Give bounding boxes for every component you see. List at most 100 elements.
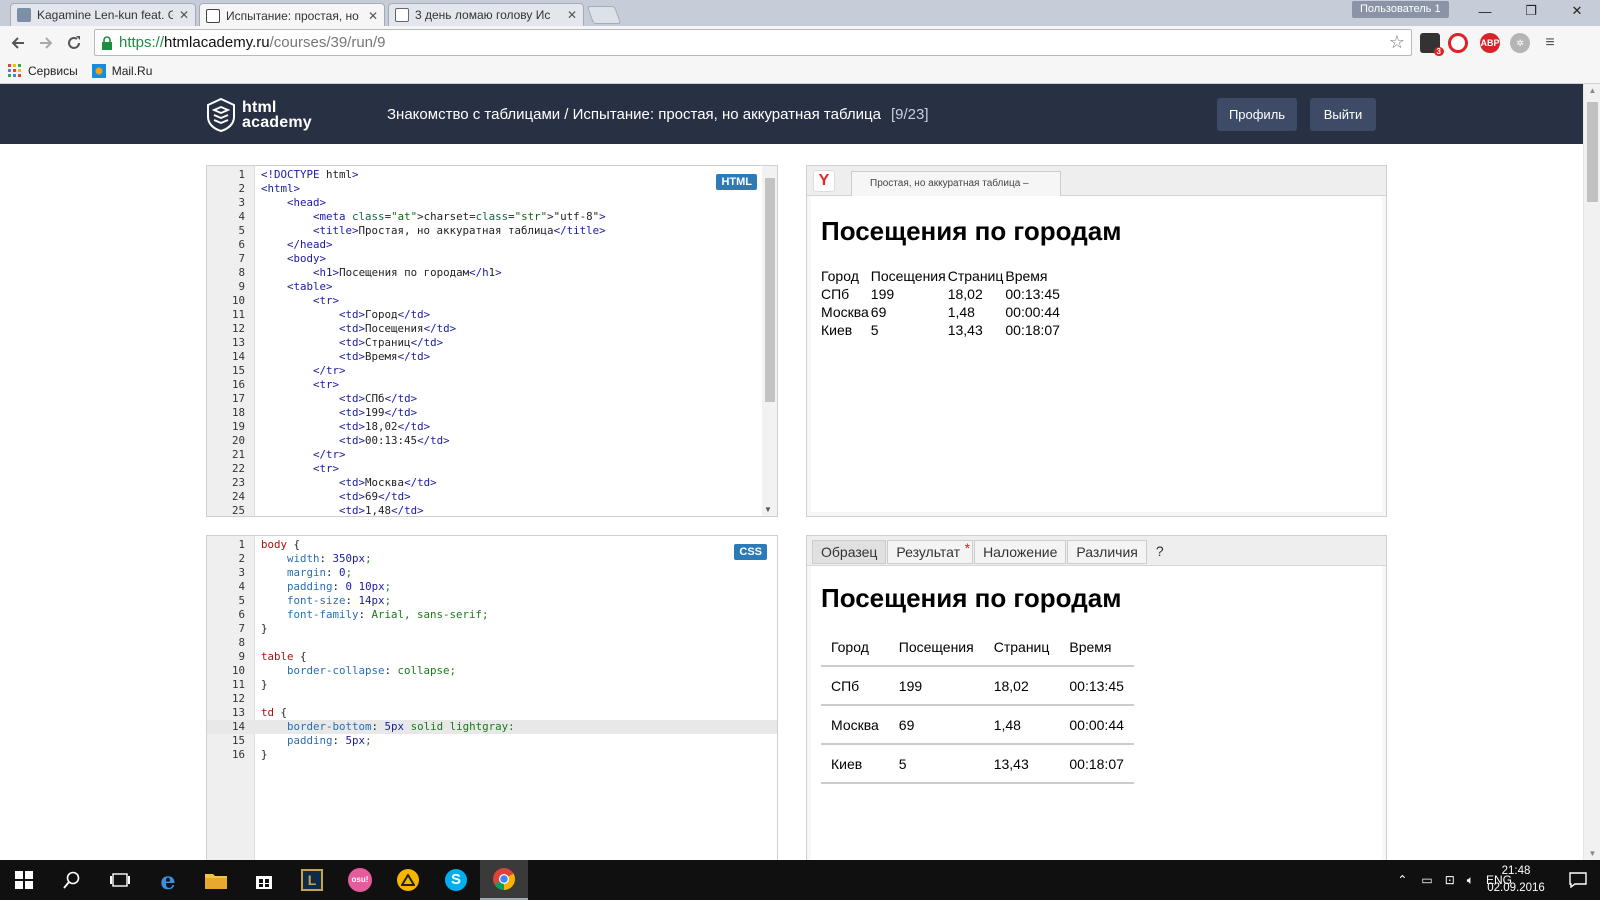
code-line[interactable]: 6 </head>	[207, 238, 777, 252]
new-tab-button[interactable]	[586, 6, 622, 24]
battery-icon[interactable]: ▭	[1421, 873, 1432, 887]
file-explorer-icon[interactable]	[192, 860, 240, 900]
code-line[interactable]: 14 border-bottom: 5px solid lightgray:	[207, 720, 777, 734]
minimize-button[interactable]: —	[1462, 0, 1508, 22]
scroll-down-icon[interactable]: ▼	[1584, 849, 1600, 858]
code-line[interactable]: 6 font-family: Arial, sans-serif;	[207, 608, 777, 622]
code-line[interactable]: 16}	[207, 748, 777, 762]
store-icon[interactable]	[240, 860, 288, 900]
app-triangle-icon[interactable]	[384, 860, 432, 900]
code-line[interactable]: 24 <td>69</td>	[207, 490, 777, 504]
close-tab-icon[interactable]: ✕	[368, 9, 378, 23]
code-line[interactable]: 20 <td>00:13:45</td>	[207, 434, 777, 448]
close-window-button[interactable]: ✕	[1554, 0, 1600, 22]
breadcrumb-text[interactable]: Знакомство с таблицами / Испытание: прос…	[387, 106, 881, 123]
code-line[interactable]: 7}	[207, 622, 777, 636]
extension-gear-icon[interactable]: ✲	[1510, 33, 1530, 53]
code-line[interactable]: 5 <title>Простая, но аккуратная таблица<…	[207, 224, 777, 238]
scroll-down-icon[interactable]: ▼	[764, 505, 772, 514]
html-academy-logo[interactable]: html academy	[206, 98, 312, 132]
reload-button[interactable]	[62, 31, 86, 55]
code-line[interactable]: 22 <tr>	[207, 462, 777, 476]
back-button[interactable]	[6, 31, 30, 55]
chrome-menu-icon[interactable]: ≡	[1538, 31, 1562, 55]
volume-icon[interactable]: 🔈︎	[1467, 873, 1474, 888]
tab-overlay[interactable]: Наложение	[974, 540, 1067, 564]
code-line[interactable]: 19 <td>18,02</td>	[207, 420, 777, 434]
code-line[interactable]: 16 <tr>	[207, 378, 777, 392]
ext-badge-icon[interactable]: 3	[1420, 33, 1444, 56]
maximize-button[interactable]: ❐	[1508, 0, 1554, 22]
code-line[interactable]: 10 <tr>	[207, 294, 777, 308]
code-line[interactable]: 1 body {	[207, 538, 777, 552]
code-line[interactable]: 15 padding: 5px;	[207, 734, 777, 748]
code-line[interactable]: 23 <td>Москва</td>	[207, 476, 777, 490]
osu-icon[interactable]: osu!	[336, 860, 384, 900]
code-line[interactable]: 21 </tr>	[207, 448, 777, 462]
profile-button[interactable]: Профиль	[1217, 98, 1297, 131]
network-icon[interactable]: ⊡	[1445, 873, 1455, 887]
task-view-icon[interactable]	[96, 860, 144, 900]
code-line[interactable]: 9 <table>	[207, 280, 777, 294]
code-line[interactable]: 11 <td>Город</td>	[207, 308, 777, 322]
browser-tab-2[interactable]: Испытание: простая, но ✕	[199, 3, 385, 27]
code-line[interactable]: 8 <h1>Посещения по городам</h1>	[207, 266, 777, 280]
logout-button[interactable]: Выйти	[1310, 98, 1376, 131]
code-line[interactable]: 4 padding: 0 10px;	[207, 580, 777, 594]
tab-diff[interactable]: Различия	[1067, 540, 1147, 564]
search-icon[interactable]	[48, 860, 96, 900]
adblock-icon[interactable]: ABP	[1480, 33, 1500, 53]
tab-sample[interactable]: Образец	[812, 540, 887, 564]
css-editor[interactable]: 1 body {2 width: 350px; 3 margin: 0; 4 padd…	[206, 535, 778, 865]
browser-tab-1[interactable]: Kagamine Len-kun feat. G ✕	[10, 3, 196, 26]
editor-scrollbar[interactable]: ▼	[762, 166, 777, 516]
code-line[interactable]: 9 table {	[207, 650, 777, 664]
code-line[interactable]: 12 <td>Посещения</td>	[207, 322, 777, 336]
page-scrollbar[interactable]: ▲ ▼	[1583, 84, 1600, 860]
code-line[interactable]: 17 <td>СПб</td>	[207, 392, 777, 406]
scrollbar-thumb[interactable]	[1587, 102, 1598, 202]
code-line[interactable]: 3 <head>	[207, 196, 777, 210]
forward-button[interactable]	[34, 31, 58, 55]
code-line[interactable]: 18 <td>199</td>	[207, 406, 777, 420]
code-line[interactable]: 2 width: 350px;	[207, 552, 777, 566]
help-button[interactable]: ?	[1148, 540, 1172, 564]
code-line[interactable]: 7 <body>	[207, 252, 777, 266]
html-editor[interactable]: 1 <!DOCTYPE html> 2 <html> 3 <head> 4 <meta c…	[206, 165, 778, 517]
clock[interactable]: 21:48 02.09.2016	[1474, 863, 1558, 897]
windows-start-icon[interactable]	[0, 860, 48, 900]
code-line[interactable]: 10 border-collapse: collapse;	[207, 664, 777, 678]
opera-icon[interactable]	[1448, 33, 1468, 53]
code-line[interactable]: 11}	[207, 678, 777, 692]
code-line[interactable]: 1 <!DOCTYPE html>	[207, 168, 777, 182]
code-line[interactable]: 12	[207, 692, 777, 706]
skype-icon[interactable]: S	[432, 860, 480, 900]
code-line[interactable]: 13 <td>Страниц</td>	[207, 336, 777, 350]
scrollbar-thumb[interactable]	[765, 178, 775, 402]
browser-tab-3[interactable]: 3 день ломаю голову Ис ✕	[388, 3, 584, 26]
app-l-icon[interactable]: L	[288, 860, 336, 900]
close-tab-icon[interactable]: ✕	[179, 8, 189, 22]
code-line[interactable]: 25 <td>1,48</td>	[207, 504, 777, 516]
bookmark-mailru[interactable]: Mail.Ru	[91, 64, 152, 78]
scroll-up-icon[interactable]: ▲	[1584, 86, 1600, 95]
html-code-area[interactable]: 1 <!DOCTYPE html> 2 <html> 3 <head> 4 <meta c…	[207, 168, 777, 516]
code-line[interactable]: 3 margin: 0;	[207, 566, 777, 580]
code-line[interactable]: 4 <meta class="at">charset=class="str">"…	[207, 210, 777, 224]
code-line[interactable]: 8	[207, 636, 777, 650]
css-code-area[interactable]: 1 body {2 width: 350px; 3 margin: 0; 4 padd…	[207, 538, 777, 762]
code-line[interactable]: 15 </tr>	[207, 364, 777, 378]
bookmark-star-icon[interactable]: ☆	[1389, 32, 1405, 53]
code-line[interactable]: 13 td {	[207, 706, 777, 720]
notifications-icon[interactable]	[1556, 860, 1600, 900]
bookmark-services[interactable]: Сервисы	[8, 64, 78, 78]
code-line[interactable]: 2 <html>	[207, 182, 777, 196]
address-bar[interactable]: https://htmlacademy.ru/courses/39/run/9 …	[94, 29, 1412, 56]
tab-result[interactable]: Результат *	[887, 540, 974, 564]
close-tab-icon[interactable]: ✕	[567, 8, 577, 22]
code-line[interactable]: 14 <td>Время</td>	[207, 350, 777, 364]
chevron-up-icon[interactable]: ⌃	[1397, 873, 1407, 887]
chrome-icon[interactable]	[480, 860, 528, 900]
code-line[interactable]: 5 font-size: 14px;	[207, 594, 777, 608]
edge-icon[interactable]: e	[144, 860, 192, 900]
